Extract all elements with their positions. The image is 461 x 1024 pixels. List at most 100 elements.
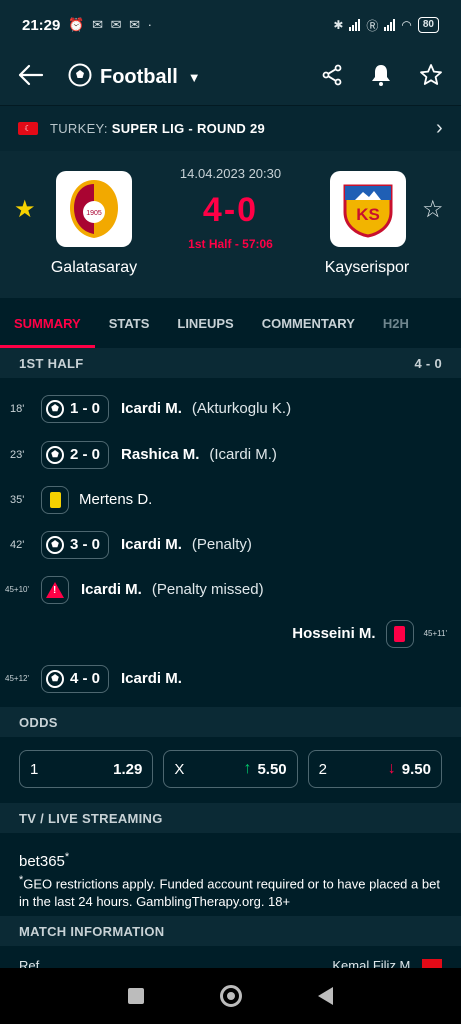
- odds-row: 1 1.29 X ↑ 5.50 2 ↓ 9.50: [19, 750, 442, 790]
- event-minute: 45+11': [423, 629, 447, 638]
- arrow-up-icon: ↑: [243, 760, 252, 777]
- share-icon[interactable]: [321, 64, 343, 92]
- football-icon: ⬟: [46, 445, 64, 464]
- event-minute: 42': [10, 538, 25, 551]
- odds-value: 9.50: [401, 760, 431, 778]
- event-row[interactable]: Hosseini M. 45+11': [0, 611, 461, 656]
- wifi-icon: ◠: [401, 18, 412, 32]
- bet-brand-mark: *: [64, 851, 70, 863]
- match-info-title: MATCH INFORMATION: [19, 923, 165, 939]
- event-player: Icardi M.: [121, 670, 182, 687]
- red-card-icon: [394, 625, 406, 642]
- event-row[interactable]: 45+12' ⬟ 4 - 0 Icardi M.: [0, 656, 461, 701]
- sport-label: Football: [100, 66, 178, 88]
- tab-h2h[interactable]: H2H: [383, 299, 409, 348]
- half-header: 1ST HALF 4 - 0: [0, 348, 461, 378]
- event-row[interactable]: 35' Mertens D.: [0, 477, 461, 522]
- goal-badge: ⬟ 1 - 0: [41, 394, 110, 423]
- star-icon[interactable]: [419, 63, 443, 93]
- away-event: Hosseini M. 45+11': [280, 619, 461, 648]
- bet-brand: bet365: [19, 853, 65, 870]
- odds-label: 2: [318, 760, 327, 778]
- bet-brand-row[interactable]: bet365*: [19, 848, 444, 871]
- tab-summary[interactable]: SUMMARY: [0, 299, 95, 348]
- odds-value: 1.29: [113, 760, 143, 778]
- red-card-badge: [385, 619, 414, 648]
- away-team-logo[interactable]: KS: [330, 171, 406, 247]
- battery-icon: 80: [417, 17, 439, 33]
- football-icon: ⬟: [46, 535, 64, 554]
- chevron-down-icon: ▼: [187, 70, 201, 85]
- event-minute: 23': [10, 448, 25, 461]
- notification-icons: ⏰ ✉ ✉ ✉ ·: [68, 17, 155, 32]
- half-score: 4 - 0: [414, 355, 442, 371]
- league-row[interactable]: ☾ TURKEY: SUPER LIG - ROUND 29 ›: [0, 105, 461, 151]
- penalty-missed-badge: !: [41, 575, 69, 604]
- yellow-card-icon: [49, 491, 61, 508]
- match-tabs: SUMMARY STATS LINEUPS COMMENTARY H2H: [0, 298, 461, 348]
- odds-value: 5.50: [257, 760, 287, 778]
- odds-draw[interactable]: X ↑ 5.50: [163, 750, 298, 788]
- event-row[interactable]: 23' ⬟ 2 - 0 Rashica M. (Icardi M.): [0, 432, 461, 477]
- tv-title: TV / LIVE STREAMING: [19, 810, 163, 826]
- arrow-down-icon: ↓: [387, 760, 396, 777]
- sport-selector[interactable]: Football ▼: [68, 63, 201, 93]
- signal-icon-2: [384, 19, 396, 31]
- bell-icon[interactable]: [369, 63, 393, 93]
- event-row[interactable]: 18' ⬟ 1 - 0 Icardi M. (Akturkoglu K.): [0, 386, 461, 431]
- event-row[interactable]: 45+10' ! Icardi M. (Penalty missed): [0, 567, 461, 612]
- odds-header: ODDS: [0, 707, 461, 737]
- home-team-name[interactable]: Galatasaray: [24, 259, 164, 277]
- event-player: Rashica M.: [121, 446, 200, 463]
- match-info-header: MATCH INFORMATION: [0, 916, 461, 946]
- odds-away[interactable]: 2 ↓ 9.50: [307, 750, 442, 788]
- recent-apps-icon[interactable]: [128, 988, 144, 1004]
- home-icon[interactable]: [220, 985, 242, 1007]
- goal-score: 4 - 0: [70, 670, 101, 687]
- odds-label: 1: [30, 760, 39, 778]
- status-time: 21:29: [22, 16, 61, 34]
- tab-commentary[interactable]: COMMENTARY: [262, 299, 355, 348]
- bluetooth-icon: ✱: [333, 18, 344, 32]
- goal-badge: ⬟ 2 - 0: [41, 440, 110, 469]
- app-bar-actions: [321, 63, 443, 93]
- app-bar: Football ▼: [0, 50, 461, 105]
- event-player: Icardi M.: [121, 400, 182, 417]
- match-header: ★ 1905 Galatasaray 14.04.2023 20:30 4-0 …: [0, 151, 461, 298]
- event-detail: (Penalty): [191, 536, 252, 553]
- league-competition: SUPER LIG - ROUND 29: [111, 121, 266, 136]
- yellow-card-badge: [41, 485, 69, 514]
- goal-score: 1 - 0: [70, 400, 101, 417]
- event-minute: 45+12': [5, 674, 29, 683]
- chevron-right-icon: ›: [436, 117, 443, 139]
- away-favorite-star-icon[interactable]: ☆: [422, 195, 444, 224]
- penalty-missed-icon: !: [46, 581, 64, 598]
- away-logo-text: KS: [356, 205, 380, 224]
- event-minute: 35': [10, 493, 25, 506]
- odds-title: ODDS: [19, 714, 58, 730]
- odds-label: X: [174, 760, 185, 778]
- bet-note-row: *GEO restrictions apply. Funded account …: [19, 871, 444, 911]
- tv-header: TV / LIVE STREAMING: [0, 803, 461, 833]
- event-player: Mertens D.: [79, 491, 153, 508]
- goal-score: 2 - 0: [70, 446, 101, 463]
- event-row[interactable]: 42' ⬟ 3 - 0 Icardi M. (Penalty): [0, 522, 461, 567]
- tab-lineups[interactable]: LINEUPS: [177, 299, 233, 348]
- event-player: Icardi M.: [121, 536, 182, 553]
- league-country: TURKEY:: [50, 121, 108, 136]
- event-player: Hosseini M.: [292, 625, 376, 642]
- event-player: Icardi M.: [81, 581, 142, 598]
- back-icon[interactable]: [318, 987, 333, 1005]
- half-label: 1ST HALF: [19, 355, 84, 371]
- tab-stats[interactable]: STATS: [109, 299, 150, 348]
- back-arrow-icon[interactable]: [18, 62, 58, 93]
- status-bar: 21:29 ⏰ ✉ ✉ ✉ · ✱ Ⓡ ◠ 80: [0, 0, 461, 50]
- odds-home[interactable]: 1 1.29: [19, 750, 154, 788]
- football-icon: ⬟: [46, 399, 64, 418]
- away-team-name[interactable]: Kayserispor: [297, 259, 437, 277]
- football-icon: ⬟: [46, 669, 64, 688]
- event-minute: 45+10': [5, 585, 29, 594]
- event-detail: (Akturkoglu K.): [191, 400, 292, 417]
- bet-block: bet365* *GEO restrictions apply. Funded …: [19, 848, 444, 911]
- bet-note: GEO restrictions apply. Funded account r…: [19, 876, 440, 910]
